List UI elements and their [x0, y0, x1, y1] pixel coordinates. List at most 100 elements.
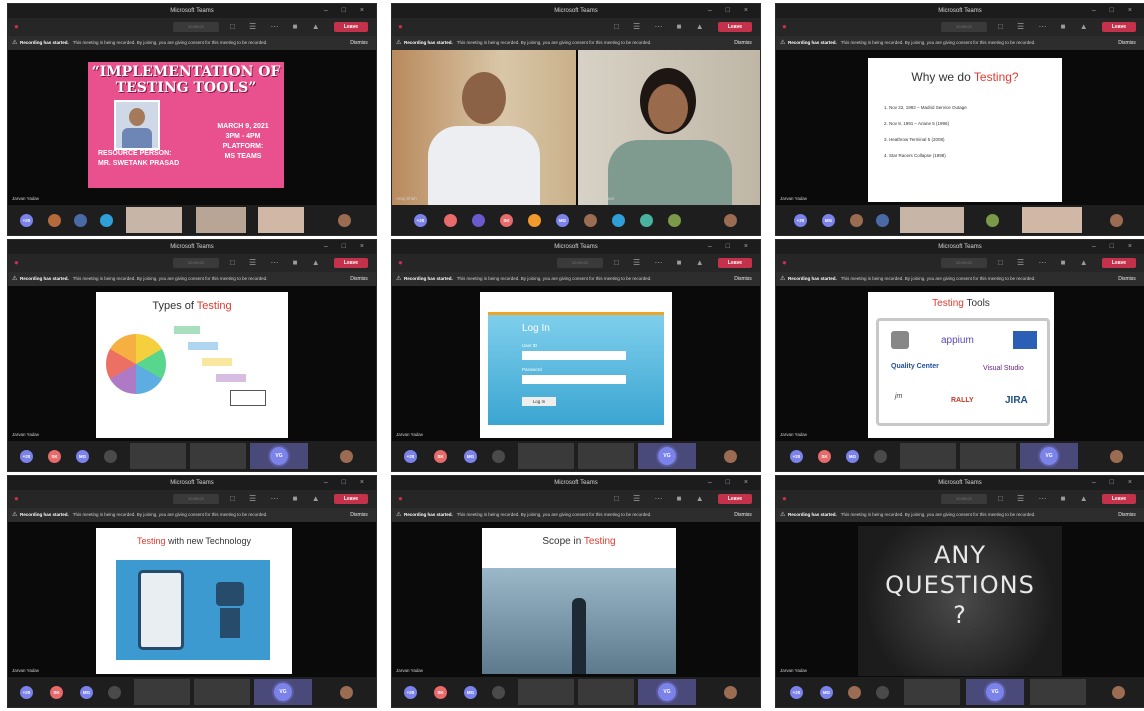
active-speaker-avatar[interactable]: VG [270, 447, 288, 465]
participant-avatar[interactable] [1110, 450, 1123, 463]
participant-avatar[interactable]: +20 [20, 686, 33, 699]
window-controls[interactable]: – □ × [708, 476, 754, 490]
video-thumbnail[interactable] [518, 443, 574, 469]
participant-avatar[interactable] [848, 686, 861, 699]
participant-avatar[interactable]: SK [434, 686, 447, 699]
meeting-controls[interactable]: □ ☰ ⋯ ■ ▲ ▢ [998, 21, 1115, 33]
participant-avatar[interactable]: SK [50, 686, 63, 699]
participant-avatar[interactable] [340, 450, 353, 463]
leave-button[interactable]: Leave [718, 494, 752, 504]
participant-avatar[interactable] [612, 214, 625, 227]
participant-avatar[interactable] [640, 214, 653, 227]
participant-avatar[interactable]: MG [80, 686, 93, 699]
video-thumbnail[interactable] [194, 679, 250, 705]
video-thumbnail[interactable] [518, 679, 574, 705]
leave-button[interactable]: Leave [334, 22, 368, 32]
participant-avatar[interactable] [724, 686, 737, 699]
video-thumbnail[interactable] [900, 207, 964, 233]
meeting-controls[interactable]: □ ☰ ⋯ ■ ▲ ▢ [230, 257, 347, 269]
window-controls[interactable]: – □ × [324, 240, 370, 254]
participant-avatar[interactable] [104, 450, 117, 463]
dismiss-button[interactable]: Dismiss [342, 36, 376, 50]
meeting-controls[interactable]: □ ☰ ⋯ ■ ▲ ▢ [614, 493, 731, 505]
window-controls[interactable]: – □ × [1092, 4, 1138, 18]
participant-avatar[interactable]: +20 [404, 450, 417, 463]
video-thumbnail[interactable] [960, 443, 1016, 469]
participant-avatar[interactable] [492, 450, 505, 463]
window-controls[interactable]: – □ × [1092, 476, 1138, 490]
dismiss-button[interactable]: Dismiss [726, 508, 760, 522]
video-thumbnail[interactable] [126, 207, 182, 233]
dismiss-button[interactable]: Dismiss [726, 36, 760, 50]
participant-avatar[interactable] [338, 214, 351, 227]
participant-avatar[interactable]: SK [48, 450, 61, 463]
dismiss-button[interactable]: Dismiss [726, 272, 760, 286]
participant-avatar[interactable] [472, 214, 485, 227]
leave-button[interactable]: Leave [334, 258, 368, 268]
participant-avatar[interactable] [1110, 214, 1123, 227]
participant-avatar[interactable] [48, 214, 61, 227]
participant-avatar[interactable]: MG [464, 686, 477, 699]
participant-avatar[interactable]: MG [556, 214, 569, 227]
participant-avatar[interactable] [876, 686, 889, 699]
participant-avatar[interactable] [724, 214, 737, 227]
meeting-controls[interactable]: □ ☰ ⋯ ■ ▲ ▢ [614, 21, 731, 33]
video-thumbnail[interactable] [578, 679, 634, 705]
leave-button[interactable]: Leave [718, 258, 752, 268]
participant-avatar[interactable]: MG [822, 214, 835, 227]
participant-avatar[interactable]: +20 [790, 686, 803, 699]
participant-avatar[interactable] [340, 686, 353, 699]
active-speaker-avatar[interactable]: VG [986, 683, 1004, 701]
video-thumbnail[interactable] [1030, 679, 1086, 705]
participant-avatar[interactable]: SK [500, 214, 513, 227]
active-speaker-avatar[interactable]: VG [274, 683, 292, 701]
participant-avatar[interactable]: +20 [790, 450, 803, 463]
participant-avatar[interactable] [876, 214, 889, 227]
meeting-controls[interactable]: □ ☰ ⋯ ■ ▲ ▢ [230, 493, 347, 505]
video-thumbnail[interactable] [134, 679, 190, 705]
video-thumbnail[interactable] [190, 443, 246, 469]
participant-avatar[interactable] [986, 214, 999, 227]
participant-avatar[interactable] [444, 214, 457, 227]
dismiss-button[interactable]: Dismiss [342, 272, 376, 286]
window-controls[interactable]: – □ × [324, 476, 370, 490]
window-controls[interactable]: – □ × [708, 4, 754, 18]
participant-avatar[interactable]: +20 [20, 214, 33, 227]
dismiss-button[interactable]: Dismiss [342, 508, 376, 522]
participant-avatar[interactable] [528, 214, 541, 227]
participant-avatar[interactable]: SK [434, 450, 447, 463]
active-speaker-avatar[interactable]: VG [658, 447, 676, 465]
video-thumbnail[interactable] [196, 207, 246, 233]
active-speaker-avatar[interactable]: VG [1040, 447, 1058, 465]
leave-button[interactable]: Leave [718, 22, 752, 32]
participant-avatar[interactable] [74, 214, 87, 227]
participant-avatar[interactable]: +20 [404, 686, 417, 699]
meeting-controls[interactable]: □ ☰ ⋯ ■ ▲ ▢ [998, 257, 1115, 269]
participant-avatar[interactable]: MG [464, 450, 477, 463]
participant-avatar[interactable]: +20 [20, 450, 33, 463]
participant-avatar[interactable] [100, 214, 113, 227]
participant-avatar[interactable] [850, 214, 863, 227]
window-controls[interactable]: – □ × [1092, 240, 1138, 254]
video-thumbnail[interactable] [130, 443, 186, 469]
user-id-field[interactable] [522, 351, 626, 360]
participant-avatar[interactable]: +20 [794, 214, 807, 227]
login-button[interactable]: Log In [522, 397, 556, 406]
participant-avatar[interactable]: MG [846, 450, 859, 463]
video-thumbnail[interactable] [578, 443, 634, 469]
participant-avatar[interactable] [584, 214, 597, 227]
dismiss-button[interactable]: Dismiss [1110, 36, 1144, 50]
participant-avatar[interactable] [724, 450, 737, 463]
window-controls[interactable]: – □ × [324, 4, 370, 18]
password-field[interactable] [522, 375, 626, 384]
participant-avatar[interactable] [668, 214, 681, 227]
participant-avatar[interactable] [874, 450, 887, 463]
participant-avatar[interactable]: MG [820, 686, 833, 699]
meeting-controls[interactable]: □ ☰ ⋯ ■ ▲ ▢ [230, 21, 347, 33]
meeting-controls[interactable]: □ ☰ ⋯ ■ ▲ ▢ [614, 257, 731, 269]
leave-button[interactable]: Leave [1102, 22, 1136, 32]
active-speaker-avatar[interactable]: VG [658, 683, 676, 701]
meeting-controls[interactable]: □ ☰ ⋯ ■ ▲ ▢ [998, 493, 1115, 505]
video-thumbnail[interactable] [258, 207, 304, 233]
video-thumbnail[interactable] [1022, 207, 1082, 233]
